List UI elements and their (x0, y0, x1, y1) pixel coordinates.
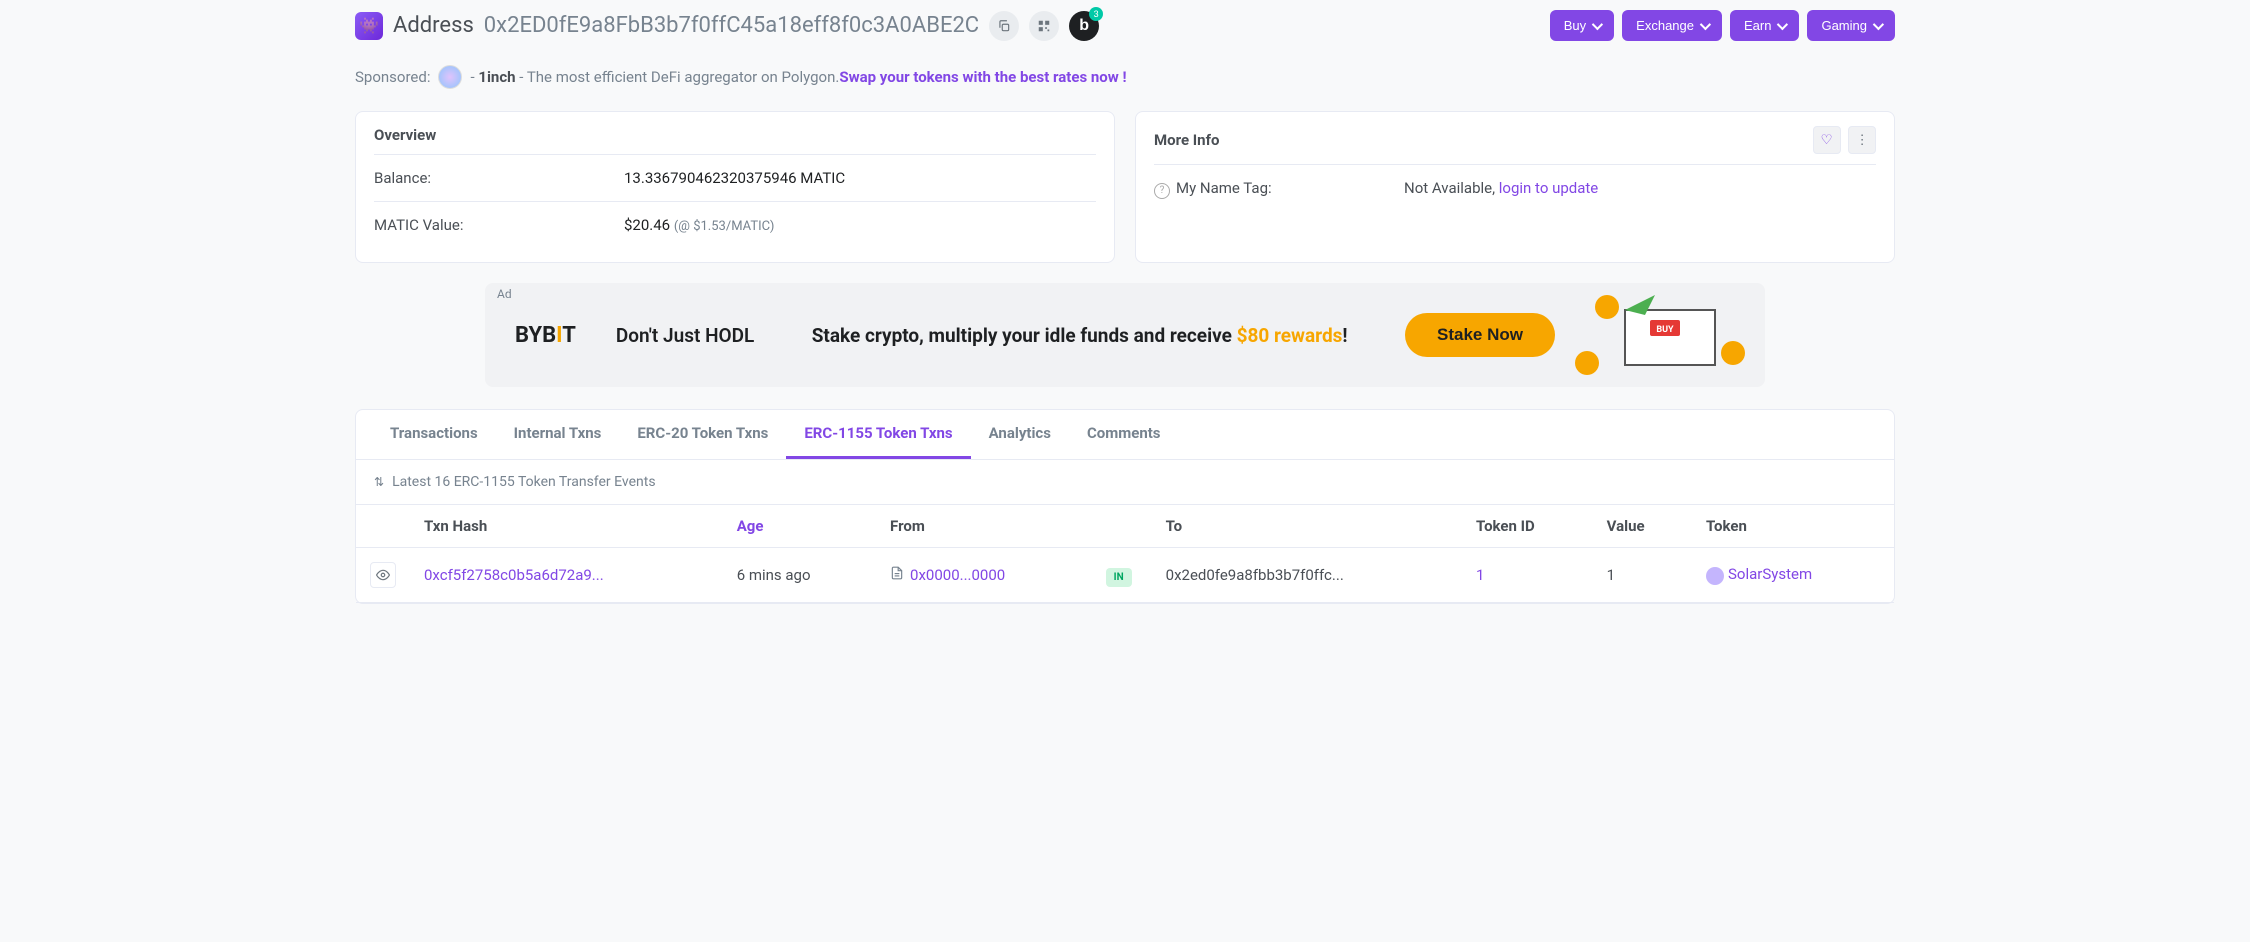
qr-icon (1037, 19, 1051, 33)
login-link[interactable]: login to update (1499, 179, 1599, 197)
ad-text1: Don't Just HODL (616, 324, 754, 347)
sponsor-link[interactable]: Swap your tokens with the best rates now… (839, 68, 1126, 86)
tabs-bar: Transactions Internal Txns ERC-20 Token … (356, 410, 1894, 460)
stake-now-button[interactable]: Stake Now (1405, 313, 1555, 357)
blockscan-button[interactable]: b 3 (1069, 11, 1099, 41)
help-icon: ? (1154, 183, 1170, 199)
ad-text2: Stake crypto, multiply your idle funds a… (794, 324, 1365, 347)
col-from: From (876, 505, 1092, 548)
transactions-card: Transactions Internal Txns ERC-20 Token … (355, 409, 1895, 604)
matic-value-label: MATIC Value: (374, 216, 624, 234)
tab-transactions[interactable]: Transactions (372, 410, 496, 459)
col-hash: Txn Hash (410, 505, 723, 548)
matic-value-rate: (@ $1.53/MATIC) (674, 219, 775, 234)
chevron-down-icon (1592, 18, 1603, 29)
to-address: 0x2ed0fe9a8fbb3b7f0ffc... (1152, 548, 1462, 603)
sponsor-desc: - The most efficient DeFi aggregator on … (516, 68, 840, 86)
qr-button[interactable] (1029, 11, 1059, 41)
earn-label: Earn (1744, 18, 1771, 33)
buy-button[interactable]: Buy (1550, 10, 1614, 41)
ad-banner[interactable]: Ad BYBIT Don't Just HODL Stake crypto, m… (485, 283, 1765, 387)
ad-graphic: BUY (1595, 295, 1735, 375)
direction-badge: IN (1106, 568, 1132, 587)
more-info-title: More Info (1154, 131, 1219, 149)
overview-card: Overview Balance: 13.336790462320375946 … (355, 111, 1115, 263)
exchange-button[interactable]: Exchange (1622, 10, 1722, 41)
tab-internal-txns[interactable]: Internal Txns (496, 410, 620, 459)
exchange-label: Exchange (1636, 18, 1694, 33)
token-icon (1706, 567, 1724, 585)
chart-graphic-icon: BUY (1615, 295, 1725, 375)
nametag-value: Not Available, (1404, 179, 1499, 197)
coin-icon (1575, 351, 1599, 375)
chevron-down-icon (1873, 18, 1884, 29)
matic-value-usd: $20.46 (624, 216, 670, 234)
sponsor-row: Sponsored: - 1inch - The most efficient … (355, 61, 1895, 111)
chevron-down-icon (1700, 18, 1711, 29)
address-hash: 0x2ED0fE9a8FbB3b7f0ffC45a18eff8f0c3A0ABE… (484, 13, 979, 38)
ad-label: Ad (497, 287, 512, 301)
gaming-button[interactable]: Gaming (1807, 10, 1895, 41)
tab-erc1155[interactable]: ERC-1155 Token Txns (786, 410, 970, 459)
tab-erc20[interactable]: ERC-20 Token Txns (619, 410, 786, 459)
balance-value: 13.336790462320375946 MATIC (624, 169, 845, 187)
favorite-button[interactable]: ♡ (1813, 126, 1841, 154)
copy-icon (997, 19, 1011, 33)
col-tokenid: Token ID (1462, 505, 1593, 548)
table-summary: Latest 16 ERC-1155 Token Transfer Events (392, 474, 656, 490)
tokenid-link[interactable]: 1 (1476, 566, 1484, 584)
sponsor-brand: 1inch (478, 68, 515, 86)
txn-hash-link[interactable]: 0xcf5f2758c0b5a6d72a9... (424, 566, 604, 584)
eye-icon (376, 568, 390, 582)
tab-comments[interactable]: Comments (1069, 410, 1179, 459)
page-title: Address (393, 13, 474, 38)
chevron-down-icon (1777, 18, 1788, 29)
col-age[interactable]: Age (723, 505, 876, 548)
txn-age: 6 mins ago (723, 548, 876, 603)
table-row: 0xcf5f2758c0b5a6d72a9... 6 mins ago 0x00… (356, 548, 1894, 603)
nametag-label: My Name Tag: (1176, 179, 1272, 197)
buy-label: Buy (1564, 18, 1586, 33)
more-options-button[interactable]: ⋮ (1848, 126, 1876, 154)
earn-button[interactable]: Earn (1730, 10, 1799, 41)
view-details-button[interactable] (370, 562, 396, 588)
col-to: To (1152, 505, 1462, 548)
sponsor-label: Sponsored: (355, 68, 430, 86)
balance-label: Balance: (374, 169, 624, 187)
tab-analytics[interactable]: Analytics (971, 410, 1069, 459)
address-avatar: 👾 (355, 12, 383, 40)
col-value: Value (1593, 505, 1692, 548)
gaming-label: Gaming (1821, 18, 1867, 33)
from-address-link[interactable]: 0x0000...0000 (910, 566, 1005, 584)
more-info-card: More Info ♡ ⋮ ? My Name Tag: Not Availabl… (1135, 111, 1895, 263)
blockscan-icon: b (1079, 17, 1089, 35)
sort-icon: ⇅ (374, 475, 384, 489)
svg-text:BUY: BUY (1656, 325, 1674, 335)
token-link[interactable]: SolarSystem (1728, 565, 1812, 583)
token-count-badge: 3 (1089, 7, 1103, 21)
txn-value: 1 (1593, 548, 1692, 603)
overview-title: Overview (374, 126, 436, 144)
col-token: Token (1692, 505, 1894, 548)
ad-logo: BYBIT (515, 323, 576, 348)
copy-button[interactable] (989, 11, 1019, 41)
txns-table: Txn Hash Age From To Token ID Value Toke… (356, 504, 1894, 603)
sponsor-brand-icon (438, 65, 462, 89)
contract-icon (890, 566, 904, 584)
